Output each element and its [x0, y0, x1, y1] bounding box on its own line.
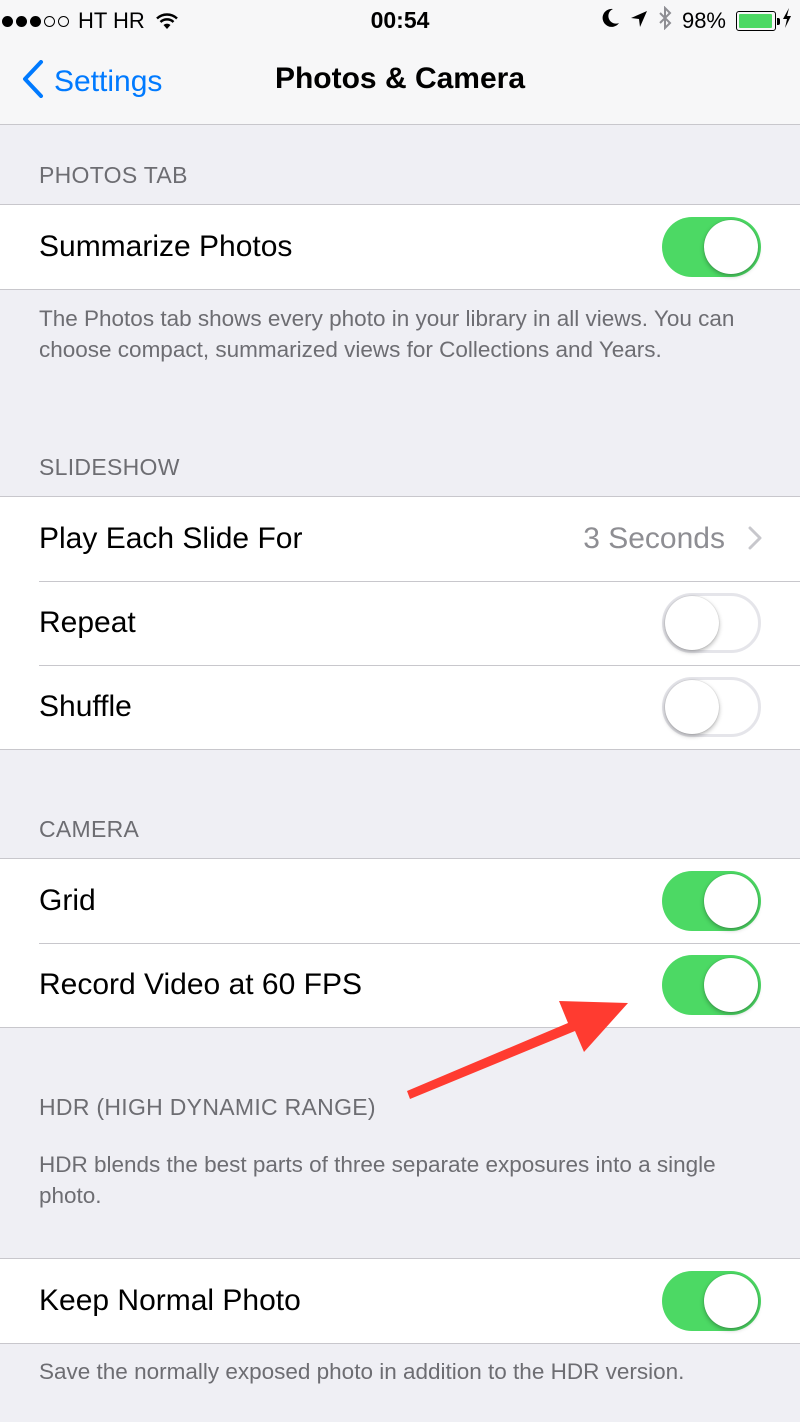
toggle-knob: [704, 874, 758, 928]
group-slideshow: Play Each Slide For 3 Seconds Repeat Shu…: [0, 496, 800, 750]
row-grid: Grid: [0, 859, 800, 943]
section-header-slideshow: SLIDESHOW: [39, 454, 180, 480]
photos-tab-footer: The Photos tab shows every photo in your…: [39, 306, 735, 362]
row-keep-normal-photo: Keep Normal Photo: [0, 1259, 800, 1343]
status-right: 98%: [592, 5, 792, 36]
battery-icon: [736, 11, 780, 31]
status-bar: HT HR 00:54 98%: [0, 0, 800, 40]
summarize-photos-toggle[interactable]: [662, 217, 761, 277]
hdr-footer: Save the normally exposed photo in addit…: [39, 1359, 685, 1384]
record-60fps-toggle[interactable]: [662, 955, 761, 1015]
location-arrow-icon: [630, 8, 648, 34]
play-each-slide-label: Play Each Slide For: [39, 522, 303, 555]
toggle-knob: [704, 1274, 758, 1328]
toggle-knob: [665, 680, 719, 734]
shuffle-toggle[interactable]: [662, 677, 761, 737]
page-title: Photos & Camera: [274, 62, 526, 95]
shuffle-label: Shuffle: [39, 690, 132, 723]
toggle-knob: [665, 596, 719, 650]
row-record-60fps: Record Video at 60 FPS: [0, 943, 800, 1027]
charging-bolt-icon: [782, 8, 792, 34]
moon-icon: [602, 8, 620, 34]
grid-toggle[interactable]: [662, 871, 761, 931]
chevron-right-icon: [748, 526, 762, 555]
bluetooth-icon: [658, 5, 672, 36]
grid-label: Grid: [39, 884, 96, 917]
section-header-photos-tab: PHOTOS TAB: [39, 162, 188, 188]
section-header-camera: CAMERA: [39, 816, 140, 842]
navigation-bar: Settings Photos & Camera: [0, 40, 800, 125]
play-each-slide-value: 3 Seconds: [583, 522, 725, 555]
toggle-knob: [704, 958, 758, 1012]
repeat-toggle[interactable]: [662, 593, 761, 653]
toggle-knob: [704, 220, 758, 274]
row-shuffle: Shuffle: [0, 665, 800, 749]
keep-normal-photo-toggle[interactable]: [662, 1271, 761, 1331]
keep-normal-photo-label: Keep Normal Photo: [39, 1284, 301, 1317]
hdr-description: HDR blends the best parts of three separ…: [39, 1152, 716, 1208]
summarize-photos-label: Summarize Photos: [39, 230, 293, 263]
record-60fps-label: Record Video at 60 FPS: [39, 968, 362, 1001]
row-summarize-photos: Summarize Photos: [0, 205, 800, 289]
row-play-each-slide[interactable]: Play Each Slide For 3 Seconds: [0, 497, 800, 581]
group-photos-tab: Summarize Photos: [0, 204, 800, 290]
battery-percentage: 98%: [681, 8, 726, 33]
repeat-label: Repeat: [39, 606, 136, 639]
group-camera: Grid Record Video at 60 FPS: [0, 858, 800, 1028]
row-repeat: Repeat: [0, 581, 800, 665]
section-header-hdr: HDR (HIGH DYNAMIC RANGE): [39, 1094, 376, 1120]
group-hdr: Keep Normal Photo: [0, 1258, 800, 1344]
